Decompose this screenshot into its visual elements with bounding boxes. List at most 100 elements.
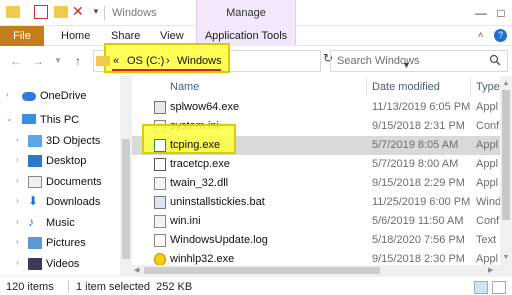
scrollbar-thumb[interactable] xyxy=(144,267,380,274)
table-row[interactable]: twain_32.dll 9/15/2018 2:29 PM Appl xyxy=(132,174,500,193)
scrollbar-thumb[interactable] xyxy=(502,90,510,220)
new-folder-icon[interactable] xyxy=(54,6,68,18)
batch-icon xyxy=(154,196,166,209)
navigation-pane-scrollbar[interactable] xyxy=(120,76,132,276)
up-arrow-icon[interactable]: ↑ xyxy=(70,53,86,69)
file-date: 9/15/2018 2:30 PM xyxy=(372,253,465,265)
file-type: Appl xyxy=(476,158,499,170)
chevron-right-icon[interactable]: › xyxy=(16,135,19,144)
chevron-up-icon[interactable]: ˄ xyxy=(478,30,483,40)
file-name: tracetcp.exe xyxy=(170,158,230,170)
sidebar-item-label: Pictures xyxy=(46,237,86,249)
large-icons-view-icon[interactable] xyxy=(492,281,506,294)
sidebar-item-desktop[interactable]: › Desktop xyxy=(0,151,130,171)
back-arrow-icon[interactable]: ← xyxy=(8,53,24,69)
file-name-highlighted: tcping.exe xyxy=(170,139,221,151)
file-type: Appl xyxy=(476,253,499,265)
printer-icon xyxy=(154,101,166,114)
breadcrumb-os-drive[interactable]: OS (C:) xyxy=(127,55,164,67)
file-date: 11/13/2019 6:05 PM xyxy=(372,101,471,113)
breadcrumb-separator[interactable]: › xyxy=(166,55,170,67)
window-title: Windows xyxy=(112,7,157,19)
chevron-down-icon[interactable]: ⌄ xyxy=(6,114,13,123)
sidebar-item-pictures[interactable]: › Pictures xyxy=(0,233,130,253)
minimize-button[interactable]: — xyxy=(470,0,492,26)
manage-tab[interactable]: Manage xyxy=(196,0,296,26)
file-name: winhlp32.exe xyxy=(170,253,235,265)
file-date: 5/7/2019 8:05 AM xyxy=(372,139,459,151)
settings-file-icon xyxy=(154,215,166,228)
chevron-right-icon[interactable]: › xyxy=(16,237,19,246)
table-row[interactable]: splwow64.exe 11/13/2019 6:05 PM Appl xyxy=(132,98,500,117)
tab-home[interactable]: Home xyxy=(61,26,90,46)
scroll-left-arrow-icon[interactable]: ◀ xyxy=(134,266,139,274)
recent-locations-chevron-icon[interactable]: ▼ xyxy=(50,53,66,69)
customize-toolbar-chevron-icon[interactable]: ▼ xyxy=(92,7,100,16)
table-row[interactable]: win.ini 5/6/2019 11:50 AM Conf xyxy=(132,212,500,231)
breadcrumb-windows[interactable]: Windows xyxy=(177,55,222,67)
chevron-right-icon[interactable]: › xyxy=(16,196,19,205)
file-name: WindowsUpdate.log xyxy=(170,234,268,246)
file-name: win.ini xyxy=(170,215,201,227)
help-icon[interactable]: ? xyxy=(494,29,507,42)
file-date: 5/7/2019 8:00 AM xyxy=(372,158,459,170)
horizontal-scrollbar[interactable]: ◀ ▶ xyxy=(132,265,500,276)
exe-icon xyxy=(154,139,166,152)
column-divider[interactable] xyxy=(470,78,471,96)
forward-arrow-icon[interactable]: → xyxy=(30,53,46,69)
column-header-name[interactable]: Name xyxy=(170,76,199,98)
breadcrumb-overflow[interactable]: « xyxy=(113,55,119,67)
table-row[interactable]: WindowsUpdate.log 5/18/2020 7:56 PM Text xyxy=(132,231,500,250)
details-view-icon[interactable] xyxy=(474,281,488,294)
chevron-right-icon[interactable]: › xyxy=(16,258,19,267)
column-divider[interactable] xyxy=(366,78,367,96)
chevron-right-icon[interactable]: › xyxy=(6,90,9,99)
search-box[interactable]: Search Windows xyxy=(330,50,508,72)
file-date: 11/25/2019 6:00 PM xyxy=(372,196,471,208)
chevron-right-icon[interactable]: › xyxy=(16,176,19,185)
table-row[interactable]: uninstallstickies.bat 11/25/2019 6:00 PM… xyxy=(132,193,500,212)
table-row[interactable]: tracetcp.exe 5/7/2019 8:00 AM Appl xyxy=(132,155,500,174)
file-type: Conf xyxy=(476,120,500,132)
navigation-pane: › OneDrive ⌄ This PC › 3D Objects › Desk… xyxy=(0,76,132,276)
documents-icon xyxy=(28,176,42,188)
chevron-right-icon[interactable]: › xyxy=(16,155,19,164)
sidebar-item-label: Documents xyxy=(46,176,102,188)
scroll-down-arrow-icon[interactable]: ▼ xyxy=(500,252,512,264)
ribbon-tabs: File Home Share View Application Tools ˄… xyxy=(0,26,512,46)
search-icon xyxy=(489,54,501,66)
delete-icon[interactable]: ✕ xyxy=(72,3,84,20)
sidebar-item-label: This PC xyxy=(40,114,80,126)
text-file-icon xyxy=(154,234,166,247)
dll-icon xyxy=(154,177,166,190)
scroll-right-arrow-icon[interactable]: ▶ xyxy=(488,266,493,274)
search-input[interactable]: Search Windows xyxy=(337,55,420,67)
file-list-scrollbar[interactable]: ▲ ▼ xyxy=(500,76,512,276)
file-type: Wind xyxy=(476,196,500,208)
column-header-date-modified[interactable]: Date modified xyxy=(372,76,440,98)
sidebar-item-this-pc[interactable]: ⌄ This PC xyxy=(0,110,130,130)
file-type: Appl xyxy=(476,139,499,151)
sidebar-item-3d-objects[interactable]: › 3D Objects xyxy=(0,131,130,151)
file-date: 5/18/2020 7:56 PM xyxy=(372,234,465,246)
column-header-type[interactable]: Type xyxy=(476,76,500,98)
maximize-button[interactable]: □ xyxy=(490,0,512,26)
tab-file[interactable]: File xyxy=(0,26,44,46)
sidebar-item-downloads[interactable]: › ⬇ Downloads xyxy=(0,192,130,212)
red-underline xyxy=(112,69,221,71)
videos-icon xyxy=(28,258,42,270)
sidebar-item-music[interactable]: › ♪ Music xyxy=(0,213,130,233)
exe-icon xyxy=(154,158,166,171)
status-divider xyxy=(68,280,69,293)
properties-icon[interactable] xyxy=(34,5,48,19)
sidebar-item-documents[interactable]: › Documents xyxy=(0,172,130,192)
chevron-right-icon[interactable]: › xyxy=(16,217,19,226)
sidebar-item-videos[interactable]: › Videos xyxy=(0,254,130,274)
title-bar: ✕ ▼ Windows Manage — □ xyxy=(0,0,512,26)
selection-info: 1 item selected 252 KB xyxy=(76,281,193,293)
scrollbar-thumb[interactable] xyxy=(122,139,130,259)
pictures-icon xyxy=(28,237,42,249)
scroll-up-arrow-icon[interactable]: ▲ xyxy=(500,78,512,90)
divider xyxy=(104,6,105,20)
sidebar-item-onedrive[interactable]: › OneDrive xyxy=(0,86,130,106)
